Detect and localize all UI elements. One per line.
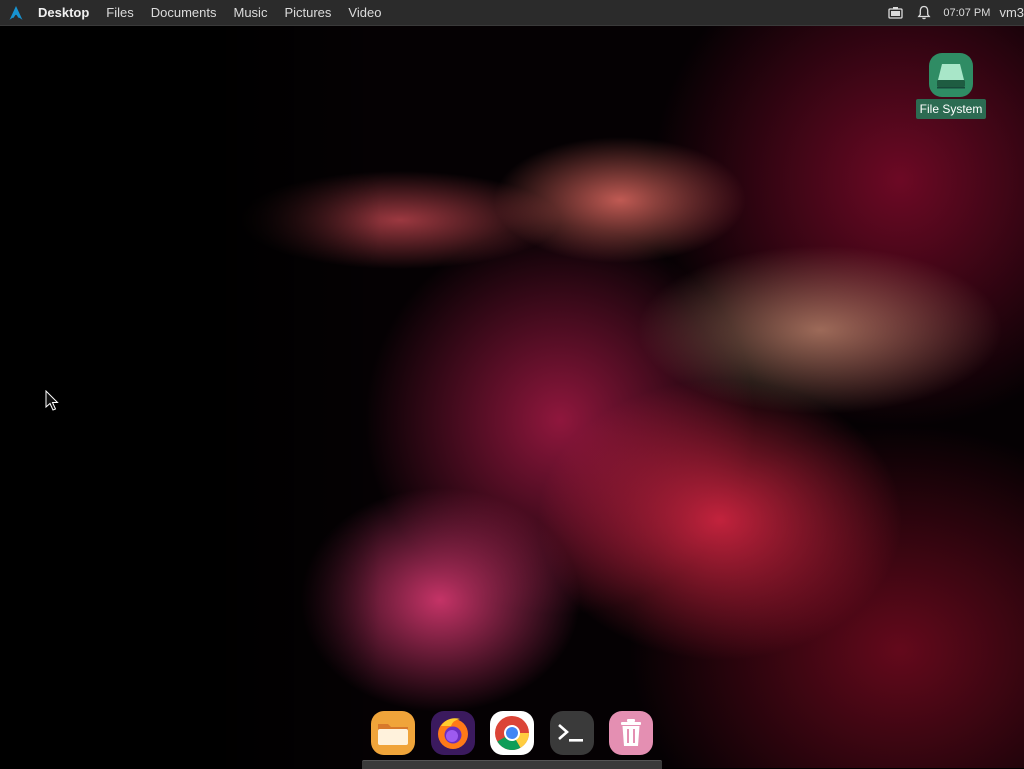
folder-icon bbox=[371, 711, 415, 755]
dock-item-chrome[interactable] bbox=[489, 710, 535, 756]
panel-user[interactable]: vm3 bbox=[999, 5, 1024, 20]
desktop-wallpaper bbox=[0, 0, 1024, 768]
dock-item-terminal[interactable] bbox=[549, 710, 595, 756]
terminal-icon bbox=[549, 711, 594, 755]
places-item-pictures[interactable]: Pictures bbox=[284, 5, 331, 20]
wallpaper-shade bbox=[0, 0, 380, 768]
dock-item-files[interactable] bbox=[370, 710, 416, 756]
places-menu: Desktop Files Documents Music Pictures V… bbox=[38, 5, 398, 20]
firefox-icon bbox=[430, 711, 475, 755]
bell-icon[interactable] bbox=[915, 4, 933, 22]
drive-icon[interactable] bbox=[928, 52, 974, 98]
arch-logo-icon[interactable] bbox=[8, 4, 26, 22]
chrome-icon bbox=[490, 711, 534, 755]
places-item-video[interactable]: Video bbox=[348, 5, 381, 20]
panel-clock[interactable]: 07:07 PM bbox=[943, 7, 990, 19]
places-item-desktop[interactable]: Desktop bbox=[38, 5, 89, 20]
places-item-documents[interactable]: Documents bbox=[151, 5, 217, 20]
system-tray: 07:07 PM vm3 bbox=[887, 0, 1024, 25]
dock-item-firefox[interactable] bbox=[430, 710, 476, 756]
dock-item-trash[interactable] bbox=[608, 710, 654, 756]
desktop-icon-file-system[interactable]: File System bbox=[908, 52, 994, 119]
dock bbox=[366, 706, 658, 760]
trash-icon bbox=[609, 711, 653, 755]
places-item-files[interactable]: Files bbox=[106, 5, 133, 20]
mouse-cursor-icon bbox=[45, 390, 59, 411]
top-panel: Desktop Files Documents Music Pictures V… bbox=[0, 0, 1024, 26]
battery-icon[interactable] bbox=[887, 4, 905, 22]
places-item-music[interactable]: Music bbox=[234, 5, 268, 20]
desktop-icon-label[interactable]: File System bbox=[915, 99, 987, 119]
